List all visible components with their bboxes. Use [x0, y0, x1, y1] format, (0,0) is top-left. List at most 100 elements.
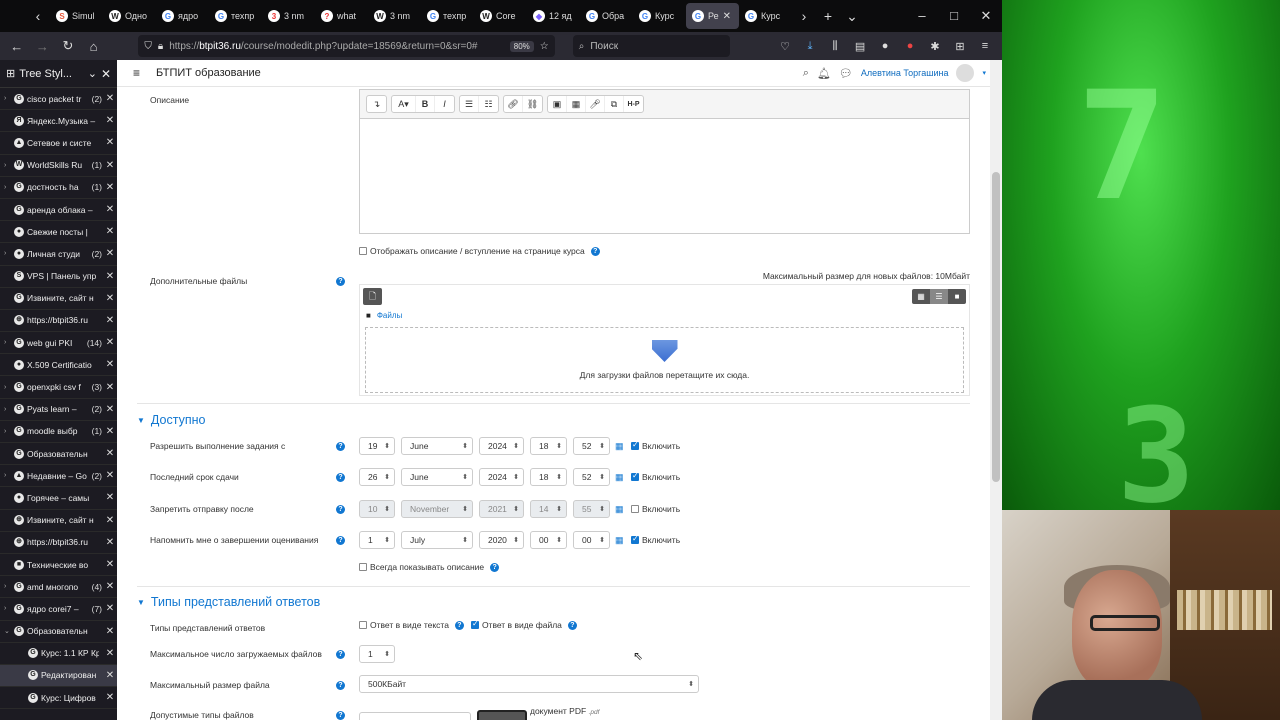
messages-icon[interactable]: 💬︎ — [839, 67, 853, 80]
browser-tab[interactable]: W Одно — [103, 0, 156, 32]
close-tab-icon[interactable]: ✕ — [105, 248, 115, 259]
close-tab-icon[interactable]: ✕ — [105, 204, 115, 215]
record-audio-icon[interactable]: 🎤︎ — [586, 96, 605, 112]
help-icon[interactable]: ? — [336, 473, 345, 482]
minute-select[interactable]: 00 — [573, 531, 610, 549]
close-tab-icon[interactable]: ✕ — [105, 648, 115, 659]
menu-icon[interactable]: ≡ — [974, 40, 996, 53]
help-icon[interactable]: ? — [336, 650, 345, 659]
expand-arrow-icon[interactable]: › — [4, 250, 11, 257]
close-tab-icon[interactable]: ✕ — [105, 404, 115, 415]
sidebar-toggle-icon[interactable]: ▤ — [849, 40, 871, 53]
hour-select[interactable]: 14 — [530, 500, 567, 518]
user-name[interactable]: Алевтина Торгашина — [861, 68, 949, 78]
close-tab-icon[interactable]: ✕ — [105, 337, 115, 348]
sidebar-tab-item[interactable]: Я Яндекс.Музыка – ✕ — [0, 110, 117, 133]
unordered-list-icon[interactable]: ☰ — [460, 96, 479, 112]
always-show-description-option[interactable]: Всегда показывать описание ? — [359, 562, 500, 572]
browser-tab[interactable]: S Simul — [50, 0, 103, 32]
close-tab-icon[interactable]: ✕ — [105, 559, 115, 570]
tree-view-icon[interactable]: ■ — [948, 289, 966, 304]
unlink-icon[interactable]: ⛓ — [523, 96, 542, 112]
month-select[interactable]: November — [401, 500, 473, 518]
sidebar-tab-item[interactable]: ▲ Сетевое и систе ✕ — [0, 132, 117, 155]
month-select[interactable]: June — [401, 437, 473, 455]
close-tab-icon[interactable]: ✕ — [105, 271, 115, 282]
sidebar-tab-item[interactable]: G Редактирован ✕ — [0, 664, 117, 688]
italic-icon[interactable]: I — [435, 96, 454, 112]
sidebar-tab-item[interactable]: G Образовательн ✕ — [0, 443, 117, 466]
day-select[interactable]: 19 — [359, 437, 395, 455]
close-tab-icon[interactable]: ✕ — [105, 492, 115, 503]
enable-checkbox[interactable] — [631, 505, 639, 513]
browser-tab[interactable]: G Ре ✕ — [686, 3, 739, 29]
browser-tab[interactable]: 3 3 nm — [262, 0, 315, 32]
maximize-button[interactable]: □ — [938, 8, 970, 24]
extension-puzzle-icon[interactable]: ✱ — [924, 40, 946, 53]
expand-arrow-icon[interactable]: › — [4, 162, 11, 169]
help-icon[interactable]: ? — [567, 620, 577, 630]
h5p-icon[interactable]: H-P — [624, 96, 643, 112]
sidebar-tab-item[interactable]: G Курс: Цифров ✕ — [0, 687, 117, 710]
year-select[interactable]: 2020 — [479, 531, 524, 549]
sidebar-tab-item[interactable]: › W WorldSkills Ru (1) ✕ — [0, 155, 117, 177]
close-tab-icon[interactable]: ✕ — [723, 11, 731, 22]
online-text-option[interactable]: Ответ в виде текста ? Ответ в виде файла… — [359, 619, 577, 630]
close-tab-icon[interactable]: ✕ — [105, 137, 115, 148]
sidebar-tab-item[interactable]: › G cisco packet tr (2) ✕ — [0, 88, 117, 111]
user-menu-chevron-icon[interactable]: ▾ — [982, 69, 986, 77]
expand-arrow-icon[interactable]: ⌄ — [4, 627, 11, 635]
browser-tab[interactable]: Gтехпр — [209, 0, 262, 32]
close-tab-icon[interactable]: ✕ — [105, 603, 115, 614]
sidebar-tab-item[interactable]: ■ Технические во ✕ — [0, 554, 117, 577]
sidebar-tab-item[interactable]: S VPS | Панель упр ✕ — [0, 266, 117, 288]
sidebar-tab-item[interactable]: › G amd многопо (4) ✕ — [0, 576, 117, 599]
close-tab-icon[interactable]: ✕ — [105, 182, 115, 193]
help-icon[interactable]: ? — [590, 246, 600, 256]
close-tab-icon[interactable]: ✕ — [105, 115, 115, 126]
close-tab-icon[interactable]: ✕ — [105, 581, 115, 592]
expand-arrow-icon[interactable]: › — [4, 339, 11, 346]
expand-arrow-icon[interactable]: › — [4, 605, 11, 612]
help-icon[interactable]: ? — [336, 277, 345, 286]
sidebar-tab-item[interactable]: ● Горячее – самы ✕ — [0, 487, 117, 510]
calendar-icon[interactable]: ▦ — [615, 441, 624, 452]
sidebar-tab-item[interactable]: › G openxpki csv f (3) ✕ — [0, 376, 117, 399]
sidebar-tab-item[interactable]: › ● Личная студи (2) ✕ — [0, 243, 117, 266]
search-bar[interactable]: ⌕ Поиск — [572, 35, 731, 57]
close-tab-icon[interactable]: ✕ — [105, 315, 115, 326]
sidebar-tab-item[interactable]: ⊕ https://btpit36.ru ✕ — [0, 532, 117, 554]
close-tab-icon[interactable]: ✕ — [105, 426, 115, 437]
browser-tab[interactable]: Gядро — [156, 0, 209, 32]
close-tab-icon[interactable]: ✕ — [105, 293, 115, 304]
page-scrollbar[interactable] — [990, 60, 1002, 720]
month-select[interactable]: July — [401, 531, 473, 549]
file-drop-zone[interactable]: Для загрузки файлов перетащите их сюда. — [365, 327, 964, 393]
browser-tab[interactable]: G Курс — [739, 0, 792, 32]
month-select[interactable]: June — [401, 468, 473, 486]
allowed-types-input[interactable] — [359, 712, 471, 720]
always-show-description-checkbox[interactable] — [359, 563, 367, 571]
enable-checkbox[interactable] — [631, 534, 639, 544]
zoom-badge[interactable]: 80% — [509, 40, 534, 52]
minute-select[interactable]: 52 — [573, 468, 610, 486]
toolbar-toggle-icon[interactable]: ↴ — [367, 96, 386, 112]
browser-tab[interactable]: G Обра — [580, 0, 633, 32]
back-button[interactable]: ← — [6, 39, 28, 54]
show-description-option[interactable]: Отображать описание / вступление на стра… — [359, 246, 600, 256]
expand-arrow-icon[interactable]: › — [4, 95, 11, 102]
section-available[interactable]: ▼ Доступно — [137, 413, 205, 427]
scrollbar-thumb[interactable] — [992, 172, 1000, 482]
bold-icon[interactable]: B — [416, 96, 435, 112]
grid-view-icon[interactable]: ▦ — [912, 289, 930, 304]
close-tab-icon[interactable]: ✕ — [105, 670, 115, 681]
expand-arrow-icon[interactable]: › — [4, 428, 11, 435]
calendar-icon[interactable]: ▦ — [615, 535, 624, 546]
avatar[interactable] — [956, 64, 975, 82]
expand-arrow-icon[interactable]: › — [4, 184, 11, 191]
enable-option[interactable]: Включить — [631, 534, 680, 545]
extension-icon[interactable]: ● — [874, 40, 896, 53]
browser-tab[interactable]: W 3 nm — [368, 0, 421, 32]
enable-checkbox[interactable] — [631, 471, 639, 481]
enable-option[interactable]: Включить — [631, 471, 680, 482]
